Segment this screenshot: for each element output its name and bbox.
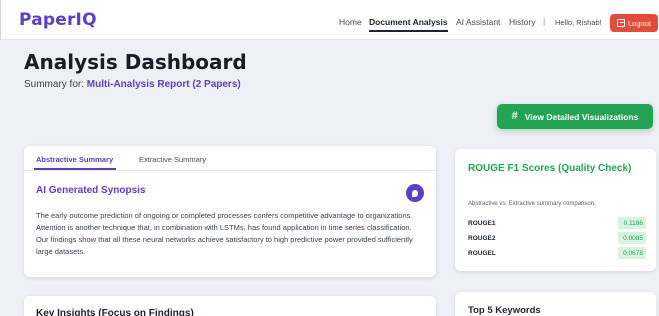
app-logo[interactable]: PaperIQ [19,10,97,30]
nav-document-analysis[interactable]: Document Analysis [369,17,448,27]
nav-ai-assistant[interactable]: AI Assistant [456,17,500,27]
report-name: Multi-Analysis Report (2 Papers) [86,79,241,90]
rouge-scores-card: ROUGE F1 Scores (Quality Check) Abstract… [455,149,656,271]
rouge-metric-value: 0.0085 [618,232,646,244]
keywords-title: Top 5 Keywords [468,305,541,316]
tab-divider [24,170,436,171]
insights-card: Key Insights (Focus on Findings) [24,296,436,316]
nav-home[interactable]: Home [339,17,362,27]
insights-title: Key Insights (Focus on Findings) [36,308,194,316]
rouge-row: ROUGE1 0.1186 [468,217,646,230]
rouge-row: ROUGE2 0.0085 [468,232,646,245]
page-subtitle: Summary for: Multi-Analysis Report (2 Pa… [24,79,241,90]
top-navbar: PaperIQ Home Document Analysis AI Assist… [0,0,659,40]
view-visualizations-label: View Detailed Visualizations [524,111,639,122]
tab-abstractive-summary[interactable]: Abstractive Summary [36,155,113,164]
summary-card: Abstractive Summary Extractive Summary A… [24,146,436,277]
rouge-metric-name: ROUGEL [468,250,496,257]
hash-icon: # [511,110,518,122]
user-greeting: Hello, Rishab! [555,18,602,27]
rouge-row: ROUGEL 0.0678 [468,247,646,260]
nav-active-underline [369,30,448,32]
audio-icon[interactable] [406,184,424,202]
nav-history[interactable]: History [509,17,535,27]
rouge-title: ROUGE F1 Scores (Quality Check) [468,163,632,174]
view-visualizations-button[interactable]: # View Detailed Visualizations [497,104,653,129]
rouge-metric-name: ROUGE2 [468,235,496,242]
page-title: Analysis Dashboard [24,50,247,74]
logout-label: Logout [628,18,651,28]
rouge-metric-name: ROUGE1 [468,220,496,227]
subtitle-prefix: Summary for: [24,79,85,90]
logout-icon [617,19,626,27]
rouge-metric-value: 0.0678 [618,247,646,259]
nav-separator: | [543,16,546,26]
rouge-metric-value: 0.1186 [618,217,646,229]
tab-extractive-summary[interactable]: Extractive Summary [139,155,206,164]
logout-button[interactable]: Logout [610,14,658,32]
synopsis-text: The early outcome prediction of ongoing … [36,211,413,256]
synopsis-title: AI Generated Synopsis [36,185,146,196]
keywords-card: Top 5 Keywords [455,292,656,316]
rouge-subtitle: Abstractive vs. Extractive summary compa… [468,201,596,207]
